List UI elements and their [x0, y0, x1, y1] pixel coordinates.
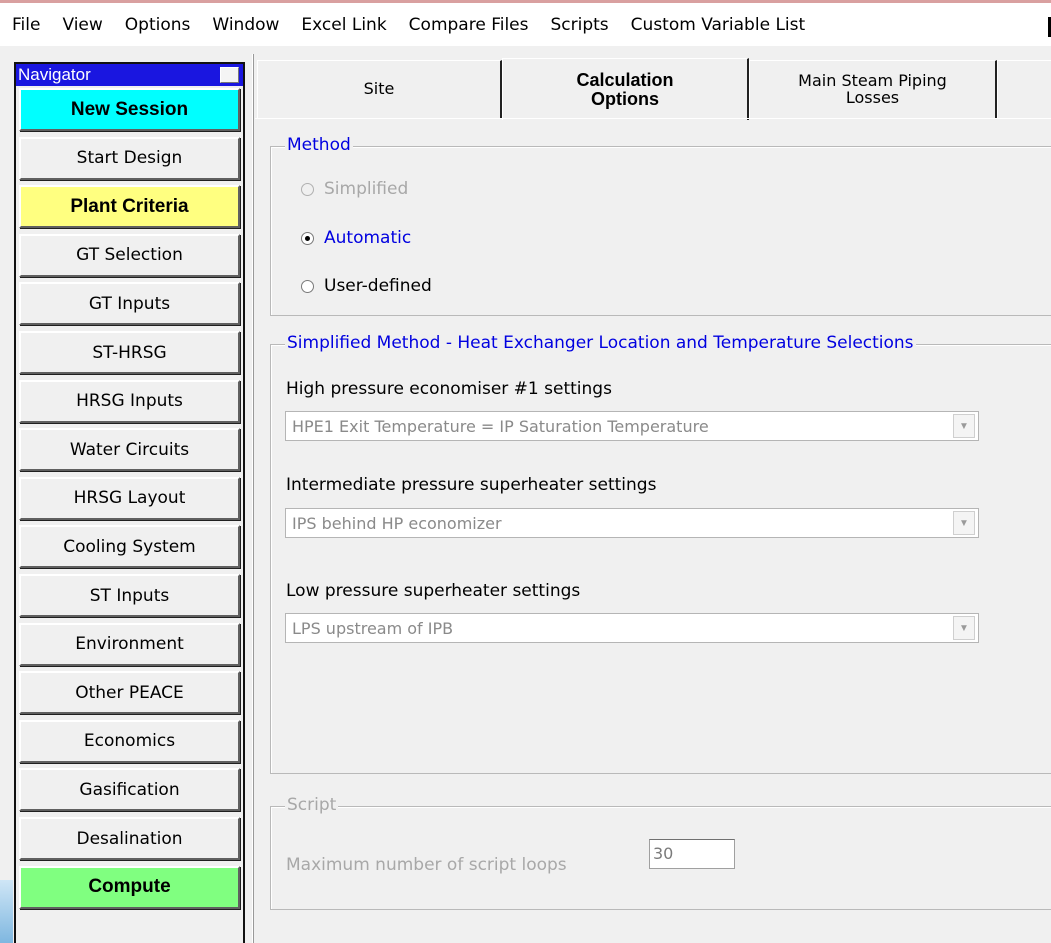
nav-button-label: HRSG Layout — [73, 488, 186, 509]
tab-main-steam-piping-losses[interactable]: Main Steam Piping Losses — [749, 60, 997, 118]
nav-button-label: Plant Criteria — [70, 195, 189, 217]
lp-superheater-label: Low pressure superheater settings — [286, 581, 581, 601]
nav-button-environment[interactable]: Environment — [19, 622, 240, 666]
nav-button-plant-criteria[interactable]: Plant Criteria — [19, 185, 240, 229]
nav-button-gasification[interactable]: Gasification — [19, 768, 240, 812]
nav-button-label: Economics — [83, 731, 176, 752]
tab-site-label: Site — [363, 79, 395, 99]
nav-button-label: HRSG Inputs — [76, 391, 183, 412]
script-group: Script Maximum number of script loops 30 — [270, 795, 1051, 910]
radio-simplified[interactable]: Simplified — [301, 179, 408, 199]
nav-button-st-hrsg[interactable]: ST-HRSG — [19, 331, 240, 374]
lp-superheater-value: LPS upstream of IPB — [292, 618, 454, 638]
nav-button-label: GT Inputs — [88, 293, 171, 314]
nav-button-label: Start Design — [76, 148, 183, 169]
nav-button-label: Cooling System — [63, 536, 196, 557]
simplified-method-legend: Simplified Method - Heat Exchanger Locat… — [285, 333, 916, 353]
radio-automatic-label: Automatic — [324, 228, 412, 248]
main-panel-edge — [252, 54, 254, 943]
nav-button-other-peace[interactable]: Other PEACE — [19, 671, 240, 715]
chevron-down-icon[interactable]: ▼ — [953, 511, 975, 535]
nav-button-st-inputs[interactable]: ST Inputs — [19, 574, 240, 617]
menu-compare-files[interactable]: Compare Files — [398, 15, 540, 35]
nav-button-label: Desalination — [76, 828, 183, 849]
nav-button-new-session[interactable]: New Session — [19, 88, 240, 131]
method-group: Method Simplified Automatic User-defined — [270, 135, 1051, 316]
nav-button-label: ST Inputs — [89, 585, 170, 606]
hp-economiser-select[interactable]: HPE1 Exit Temperature = IP Saturation Te… — [285, 411, 979, 441]
menu-options[interactable]: Options — [114, 15, 202, 35]
nav-button-hrsg-layout[interactable]: HRSG Layout — [19, 476, 240, 520]
menu-scripts[interactable]: Scripts — [540, 15, 620, 35]
hp-economiser-value: HPE1 Exit Temperature = IP Saturation Te… — [292, 416, 709, 436]
script-loops-input[interactable]: 30 — [649, 839, 735, 869]
ip-superheater-select[interactable]: IPS behind HP economizer ▼ — [285, 508, 979, 538]
tab-calculation-options-label: Calculation Options — [576, 69, 674, 109]
simplified-method-group: Simplified Method - Heat Exchanger Locat… — [270, 333, 1051, 774]
radio-indicator — [301, 231, 314, 245]
desktop-edge — [0, 880, 13, 943]
nav-button-label: New Session — [70, 98, 189, 120]
method-legend: Method — [285, 135, 353, 155]
tab-main-steam-piping-losses-label: Main Steam Piping Losses — [798, 70, 947, 107]
menu-file[interactable]: File — [8, 15, 51, 35]
nav-button-compute[interactable]: Compute — [19, 865, 240, 909]
radio-automatic[interactable]: Automatic — [301, 228, 411, 248]
script-loops-label: Maximum number of script loops — [286, 855, 567, 875]
script-legend: Script — [285, 795, 339, 815]
navigator-title-label: Navigator — [18, 65, 91, 84]
menu-view[interactable]: View — [51, 15, 113, 35]
menu-bar: File View Options Window Excel Link Comp… — [0, 0, 1051, 46]
menu-custom-variable-list[interactable]: Custom Variable List — [620, 15, 816, 35]
nav-button-gt-inputs[interactable]: GT Inputs — [19, 282, 240, 326]
chevron-down-icon[interactable]: ▼ — [953, 414, 975, 438]
ip-superheater-label: Intermediate pressure superheater settin… — [286, 475, 657, 495]
radio-indicator — [301, 182, 314, 196]
maximize-icon[interactable] — [220, 67, 239, 83]
hp-economiser-label: High pressure economiser #1 settings — [286, 379, 612, 399]
menu-excel-link[interactable]: Excel Link — [290, 15, 397, 35]
lp-superheater-select[interactable]: LPS upstream of IPB ▼ — [285, 613, 979, 643]
tab-site[interactable]: Site — [257, 60, 502, 118]
nav-button-label: Environment — [75, 634, 184, 655]
menu-window[interactable]: Window — [201, 15, 290, 35]
tab-calculation-options[interactable]: Calculation Options — [502, 58, 749, 120]
ip-superheater-value: IPS behind HP economizer — [292, 513, 502, 533]
nav-button-label: Gasification — [79, 779, 180, 800]
nav-button-label: GT Selection — [76, 245, 183, 266]
nav-button-economics[interactable]: Economics — [19, 719, 240, 763]
chevron-down-icon[interactable]: ▼ — [953, 616, 975, 640]
tab-strip-line — [255, 118, 1051, 119]
radio-user-defined[interactable]: User-defined — [301, 276, 432, 296]
nav-button-hrsg-inputs[interactable]: HRSG Inputs — [19, 379, 240, 423]
nav-button-cooling-system[interactable]: Cooling System — [19, 525, 240, 569]
nav-button-label: ST-HRSG — [92, 342, 167, 363]
tab-overflow[interactable] — [997, 60, 1051, 118]
nav-button-water-circuits[interactable]: Water Circuits — [19, 428, 240, 472]
navigator-title: Navigator — [16, 64, 243, 86]
navigator-panel: Navigator New Session Start Design Plant C… — [14, 62, 245, 943]
nav-button-desalination[interactable]: Desalination — [19, 817, 240, 860]
nav-button-label: Other PEACE — [75, 682, 184, 703]
nav-button-label: Compute — [88, 876, 171, 898]
radio-simplified-label: Simplified — [324, 179, 409, 199]
nav-button-label: Water Circuits — [69, 439, 190, 460]
nav-button-gt-selection[interactable]: GT Selection — [19, 233, 240, 277]
radio-indicator — [301, 279, 314, 293]
nav-button-start-design[interactable]: Start Design — [19, 136, 240, 180]
radio-user-defined-label: User-defined — [324, 276, 432, 296]
